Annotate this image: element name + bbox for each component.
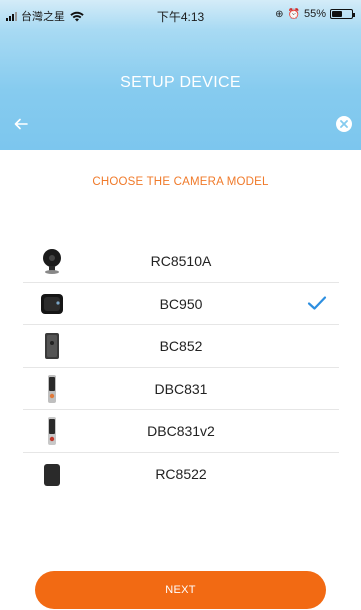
list-item-bc950[interactable]: BC950 [23, 283, 339, 325]
alarm-icon: ⏰ [287, 8, 300, 20]
close-button[interactable] [335, 115, 353, 133]
camera-model-list[interactable]: RC8510A BC950 BC852 DBC831 DBC831v2 RC85… [23, 240, 339, 540]
model-label: DBC831v2 [147, 423, 215, 439]
status-right: ⊕ ⏰ 55% [275, 8, 355, 20]
list-item-rc8510a[interactable]: RC8510A [23, 240, 339, 283]
model-label: BC950 [159, 295, 203, 312]
model-label: RC8510A [150, 253, 212, 269]
arrow-left-icon [14, 118, 28, 130]
check-icon [307, 295, 327, 310]
model-label: DBC831 [154, 380, 208, 397]
list-item-dbc831v2[interactable]: DBC831v2 [23, 410, 339, 453]
model-label: RC8522 [155, 465, 207, 482]
choose-model-heading: CHOOSE THE CAMERA MODEL [92, 176, 269, 188]
back-button[interactable] [10, 113, 32, 135]
status-bar: 台灣之星 下午4:13 ⊕ ⏰ 55% [0, 0, 361, 28]
page-title: SETUP DEVICE [120, 74, 241, 91]
battery-icon [330, 9, 355, 19]
battery-percent: 55% [303, 8, 326, 20]
list-item-bc852[interactable]: BC852 [23, 325, 339, 368]
header: 台灣之星 下午4:13 ⊕ ⏰ 55% SETUP DEVICE [0, 0, 361, 150]
list-item-dbc831[interactable]: DBC831 [23, 368, 339, 410]
orientation-lock-icon: ⊕ [275, 8, 284, 20]
next-button[interactable]: NEXT [35, 571, 326, 609]
list-item-rc8522[interactable]: RC8522 [23, 453, 339, 496]
model-label: BC852 [159, 338, 203, 354]
